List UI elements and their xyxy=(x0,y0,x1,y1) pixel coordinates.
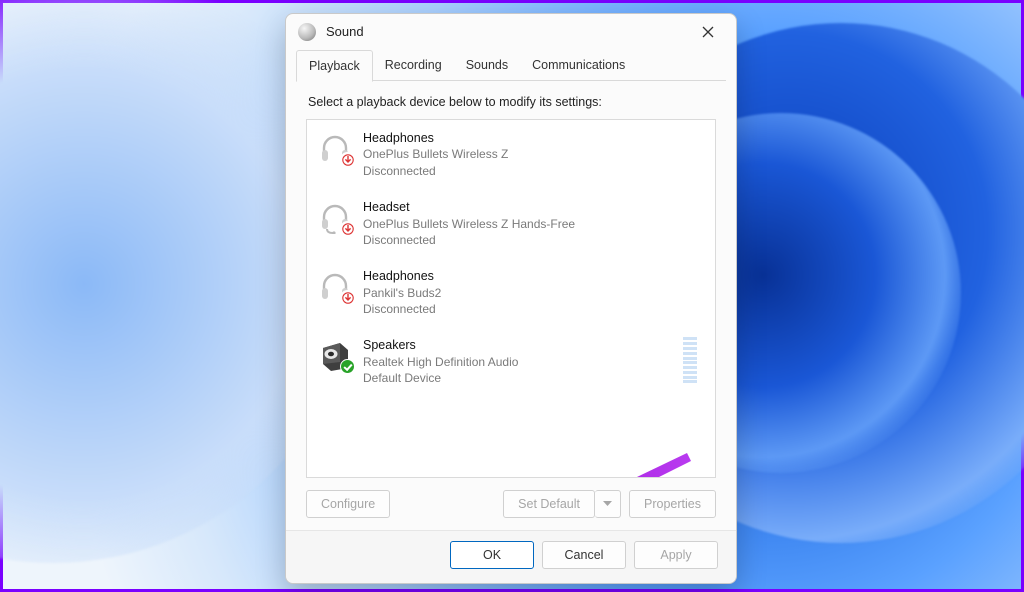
device-actions-row: Configure Set Default Properties xyxy=(286,478,736,530)
device-name: Headset xyxy=(363,199,575,216)
close-icon xyxy=(702,26,714,38)
close-button[interactable] xyxy=(686,17,730,47)
dialog-footer: OK Cancel Apply xyxy=(286,530,736,583)
chevron-down-icon xyxy=(603,501,612,507)
headphones-icon xyxy=(317,268,353,304)
apply-button[interactable]: Apply xyxy=(634,541,718,569)
device-status: Disconnected xyxy=(363,232,575,248)
device-desc: OnePlus Bullets Wireless Z Hands-Free xyxy=(363,216,575,232)
tab-sounds[interactable]: Sounds xyxy=(454,50,520,81)
device-desc: Realtek High Definition Audio xyxy=(363,354,518,370)
device-item[interactable]: Headphones OnePlus Bullets Wireless Z Di… xyxy=(307,120,715,189)
set-default-dropdown[interactable] xyxy=(595,490,621,518)
configure-button[interactable]: Configure xyxy=(306,490,390,518)
instruction-text: Select a playback device below to modify… xyxy=(286,81,736,119)
headphones-icon xyxy=(317,130,353,166)
device-name: Headphones xyxy=(363,268,441,285)
disconnected-badge-icon xyxy=(340,152,355,167)
volume-meter xyxy=(683,337,697,383)
titlebar: Sound xyxy=(286,14,736,50)
device-desc: OnePlus Bullets Wireless Z xyxy=(363,146,508,162)
annotation-arrow xyxy=(517,453,697,478)
device-status: Disconnected xyxy=(363,163,508,179)
ok-button[interactable]: OK xyxy=(450,541,534,569)
device-name: Speakers xyxy=(363,337,518,354)
set-default-split-button[interactable]: Set Default xyxy=(503,490,621,518)
device-item[interactable]: Headset OnePlus Bullets Wireless Z Hands… xyxy=(307,189,715,258)
tab-communications[interactable]: Communications xyxy=(520,50,637,81)
device-name: Headphones xyxy=(363,130,508,147)
properties-button[interactable]: Properties xyxy=(629,490,716,518)
set-default-button[interactable]: Set Default xyxy=(503,490,595,518)
cancel-button[interactable]: Cancel xyxy=(542,541,626,569)
disconnected-badge-icon xyxy=(340,221,355,236)
device-item[interactable]: Headphones Pankil's Buds2 Disconnected xyxy=(307,258,715,327)
device-desc: Pankil's Buds2 xyxy=(363,285,441,301)
tab-playback[interactable]: Playback xyxy=(296,50,373,82)
tab-strip: Playback Recording Sounds Communications xyxy=(286,50,736,81)
device-list[interactable]: Headphones OnePlus Bullets Wireless Z Di… xyxy=(306,119,716,478)
device-item[interactable]: Speakers Realtek High Definition Audio D… xyxy=(307,327,715,396)
speaker-icon xyxy=(317,337,353,373)
sound-dialog: Sound Playback Recording Sounds Communic… xyxy=(285,13,737,584)
default-badge-icon xyxy=(340,359,355,374)
disconnected-badge-icon xyxy=(340,290,355,305)
device-status: Disconnected xyxy=(363,301,441,317)
headset-icon xyxy=(317,199,353,235)
window-title: Sound xyxy=(326,24,686,39)
sound-app-icon xyxy=(298,23,316,41)
device-status: Default Device xyxy=(363,370,518,386)
tab-recording[interactable]: Recording xyxy=(373,50,454,81)
